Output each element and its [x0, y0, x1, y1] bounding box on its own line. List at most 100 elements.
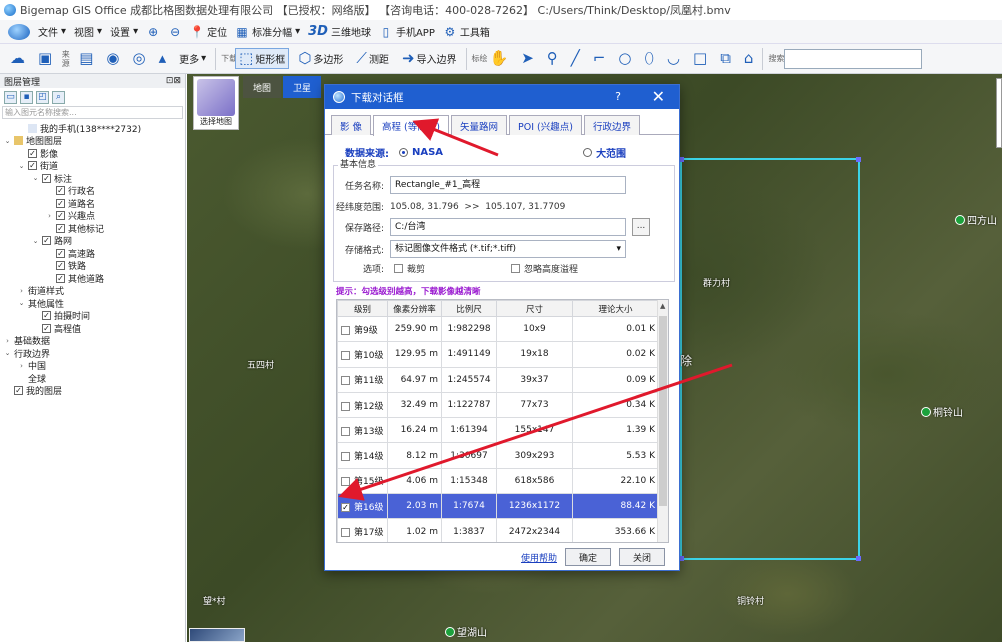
layer-tree-item[interactable]: ✓ 高程值 — [0, 322, 185, 335]
level-checkbox[interactable] — [341, 528, 350, 538]
layer-tree-item[interactable]: › 中国 — [0, 360, 185, 373]
dialog-tab[interactable]: 高程 (等高线) — [373, 115, 449, 136]
save-icon[interactable]: ▣ — [34, 48, 56, 69]
layer-tree-item[interactable]: ⌄ ✓ 路网 — [0, 235, 185, 247]
layer-checkbox[interactable]: ✓ — [14, 386, 23, 396]
resize-handle[interactable] — [856, 157, 861, 162]
mobile-app-button[interactable]: ▯ 手机APP — [379, 24, 435, 40]
layer-tree-item[interactable]: ⌄ 其他属性 — [0, 297, 185, 310]
chevron-down-icon[interactable]: ⌄ — [18, 299, 25, 307]
table-row[interactable]: 第15级 4.06 m 1:15348 618x586 22.10 K — [337, 467, 659, 495]
layer-tree-item[interactable]: ✓ 其他标记 — [0, 222, 185, 235]
map-poi[interactable]: 望湖山 — [445, 624, 487, 639]
search-icon[interactable]: ⌕ — [52, 90, 65, 104]
level-cell[interactable]: 第15级 — [337, 467, 388, 495]
layer-checkbox[interactable]: ✓ — [56, 273, 65, 283]
level-cell[interactable]: 第11级 — [337, 366, 388, 393]
pointer-icon[interactable]: ➤ — [517, 48, 538, 69]
layer-tree-item[interactable]: ⌄ ✓ 街道 — [0, 160, 185, 172]
dialog-tab[interactable]: 矢量路网 — [450, 115, 507, 135]
tab-map[interactable]: 地图 — [243, 76, 281, 98]
minimap-thumbnail[interactable] — [189, 628, 245, 642]
layer-checkbox[interactable]: ✓ — [42, 311, 51, 321]
layer-checkbox[interactable]: ✓ — [28, 148, 37, 158]
toolbox-button[interactable]: ⚙ 工具箱 — [443, 24, 489, 40]
text-box-icon[interactable]: ⧉ — [716, 48, 735, 69]
level-cell[interactable]: 第17级 — [337, 518, 388, 542]
layer-tree-item[interactable]: ✓ 高速路 — [0, 247, 185, 260]
map-poi[interactable]: 四方山 — [955, 212, 997, 227]
level-cell[interactable]: 第9级 — [337, 315, 388, 343]
menu-settings[interactable]: 设置 ▾ — [110, 24, 138, 39]
chevron-right-icon[interactable]: › — [46, 212, 53, 220]
save-path-input[interactable]: C:/台湾 — [390, 218, 626, 236]
map-side-control[interactable] — [996, 78, 1002, 148]
layer-tree-item[interactable]: › 街道样式 — [0, 285, 185, 298]
table-row[interactable]: 第14级 8.12 m 1:30697 309x293 5.53 K — [337, 442, 659, 469]
layer-checkbox[interactable]: ✓ — [56, 223, 65, 233]
locate-button[interactable]: 📍 定位 — [190, 24, 227, 40]
level-checkbox[interactable] — [341, 350, 350, 360]
scrollbar-thumb[interactable] — [659, 316, 667, 506]
help-icon[interactable]: ? — [615, 90, 621, 103]
level-checkbox[interactable]: ✓ — [341, 502, 350, 512]
ellipse-icon[interactable]: ⬯ — [640, 48, 657, 69]
task-name-input[interactable]: Rectangle_#1_高程 — [390, 176, 626, 194]
menu-file[interactable]: 文件 ▾ — [38, 24, 66, 39]
zoom-in-icon[interactable]: ⊕ — [146, 25, 160, 39]
layer-tree-item[interactable]: ⌄ 地图图层 — [0, 135, 185, 147]
level-checkbox[interactable] — [341, 376, 350, 386]
cloud-icon[interactable]: ☁ — [6, 48, 29, 69]
level-cell[interactable]: ✓ 第16级 — [337, 493, 388, 520]
chevron-right-icon[interactable]: › — [4, 337, 11, 345]
layer-checkbox[interactable]: ✓ — [56, 248, 65, 258]
column-header[interactable]: 级别 — [337, 300, 388, 317]
column-header[interactable]: 尺寸 — [496, 300, 573, 317]
layer-tree-item[interactable]: ✓ 行政名 — [0, 185, 185, 197]
layer-checkbox[interactable]: ✓ — [56, 198, 65, 208]
layer-tree-item[interactable]: ✓ 影像 — [0, 147, 185, 160]
rect-frame-button[interactable]: ⬚ 矩形框 — [235, 48, 290, 69]
polyline-icon[interactable]: ⌐ — [589, 48, 610, 69]
table-row[interactable]: 第10级 129.95 m 1:491149 19x18 0.02 K — [337, 341, 659, 368]
level-checkbox[interactable] — [341, 426, 350, 436]
layer-checkbox[interactable]: ✓ — [56, 186, 65, 196]
layer-tree-item[interactable]: 我的手机(138****2732) — [0, 122, 185, 135]
clip-checkbox[interactable]: 裁剪 — [394, 262, 425, 275]
level-cell[interactable]: 第13级 — [337, 417, 388, 444]
column-header[interactable]: 像素分辨率 — [387, 300, 442, 317]
circle-icon[interactable]: ○ — [614, 48, 635, 69]
line-icon[interactable]: ╱ — [567, 48, 584, 69]
table-row[interactable]: 第9级 259.90 m 1:982298 10x9 0.01 K — [337, 315, 659, 343]
three-d-globe-button[interactable]: 3D 三维地球 — [308, 24, 371, 39]
std-split-button[interactable]: ▦ 标准分幅 ▾ — [235, 24, 300, 40]
table-row[interactable]: 第11级 64.97 m 1:245574 39x37 0.09 K — [337, 366, 659, 393]
chevron-down-icon[interactable]: ⌄ — [4, 137, 11, 145]
help-link[interactable]: 使用帮助 — [521, 551, 557, 564]
level-checkbox[interactable] — [341, 452, 350, 462]
layer-tree-item[interactable]: ✓ 其他道路 — [0, 272, 185, 285]
layer-tree-item[interactable]: › 基础数据 — [0, 335, 185, 348]
level-cell[interactable]: 第10级 — [337, 341, 388, 368]
dialog-tab[interactable]: POI (兴趣点) — [508, 115, 582, 135]
layer-checkbox[interactable]: ✓ — [42, 236, 51, 246]
layer-tree-item[interactable]: 全球 — [0, 372, 185, 385]
layer-tree-item[interactable]: › ✓ 兴趣点 — [0, 210, 185, 222]
resize-handle[interactable] — [856, 556, 861, 561]
layer-checkbox[interactable]: ✓ — [42, 173, 51, 183]
dialog-tab[interactable]: 行政边界 — [583, 115, 640, 135]
chevron-down-icon[interactable]: ⌄ — [32, 174, 39, 182]
app-globe-icon[interactable] — [8, 23, 30, 40]
square-icon[interactable]: □ — [689, 48, 711, 69]
ok-button[interactable]: 确定 — [565, 548, 611, 566]
ignore-overflow-checkbox[interactable]: 忽略高度溢程 — [511, 262, 578, 275]
layer-search-input[interactable]: 输入图元名称搜索... — [2, 106, 183, 119]
close-icon[interactable]: ✕ — [652, 87, 665, 106]
table-row[interactable]: 第13级 16.24 m 1:61394 155x147 1.39 K — [337, 417, 659, 444]
globe-icon[interactable]: ◉ — [102, 48, 123, 69]
table-row[interactable]: 第12级 32.49 m 1:122787 77x73 0.34 K — [337, 391, 659, 419]
menu-view[interactable]: 视图 ▾ — [74, 24, 102, 39]
table-row[interactable]: ✓ 第16级 2.03 m 1:7674 1236x1172 88.42 K — [337, 493, 659, 520]
layers-icon[interactable]: ▤ — [75, 48, 97, 69]
level-cell[interactable]: 第12级 — [337, 391, 388, 419]
